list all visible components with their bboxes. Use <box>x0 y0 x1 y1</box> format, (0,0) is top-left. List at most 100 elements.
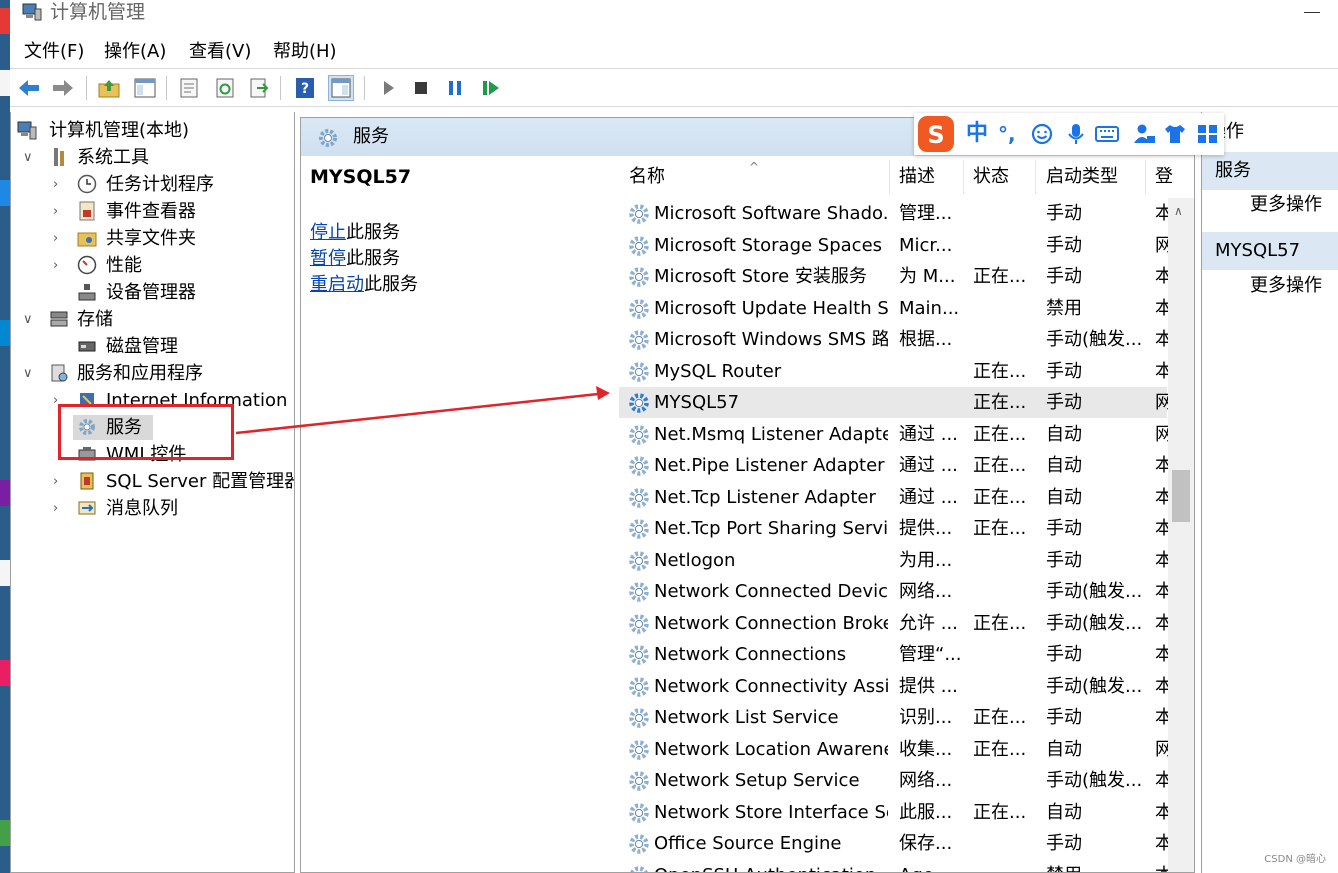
collapse-chevron-icon[interactable]: ∨ <box>23 360 35 387</box>
service-row[interactable]: Microsoft Software Shado... 管理... 手动 本 <box>619 198 1169 229</box>
menu-action[interactable]: 操作(A) <box>104 37 166 67</box>
service-row[interactable]: Microsoft Update Health S... Main... 禁用 本 <box>619 293 1169 324</box>
service-row[interactable]: Microsoft Storage Spaces S... Micr... 手动 网 <box>619 230 1169 261</box>
column-startup-type[interactable]: 启动类型 <box>1046 156 1118 198</box>
show-hide-console-tree-button[interactable] <box>132 75 158 101</box>
column-status[interactable]: 状态 <box>973 156 1009 198</box>
user-account-icon[interactable] <box>1132 123 1156 145</box>
refresh-button[interactable] <box>212 75 238 101</box>
tools-icon <box>54 148 64 166</box>
service-row[interactable]: Microsoft Windows SMS 路... 根据... 手动(触发... 本 <box>619 324 1169 355</box>
column-name[interactable]: 名称 <box>629 156 665 198</box>
service-description: 通过 ... <box>899 486 958 508</box>
service-row[interactable]: Network Connections 管理“... 手动 本 <box>619 639 1169 670</box>
sogou-logo-icon[interactable]: S <box>916 114 956 154</box>
expand-chevron-icon[interactable]: › <box>53 468 65 495</box>
actions-section-mysql57[interactable]: MYSQL57 <box>1202 232 1338 270</box>
gear-icon <box>629 393 649 413</box>
gear-icon <box>629 739 649 760</box>
stop-link[interactable]: 停止 <box>310 222 346 243</box>
ime-mode-chinese[interactable]: 中 <box>966 113 988 155</box>
service-description: Micr... <box>899 234 953 256</box>
up-level-button[interactable] <box>96 75 122 101</box>
service-status: 正在... <box>973 423 1027 445</box>
console-tree-icon <box>134 78 156 98</box>
service-logon-as: 本 <box>1155 450 1169 481</box>
services-panel: 服务 MYSQL57 停止此服务 暂停此服务 重启动此服务 名称 ^ 描述 状态… <box>300 117 1195 873</box>
emoji-icon[interactable] <box>1030 123 1054 145</box>
restart-service-action: 重启动此服务 <box>310 274 418 295</box>
more-actions-mysql57[interactable]: 更多操作 <box>1250 271 1322 301</box>
scroll-thumb[interactable] <box>1172 470 1190 522</box>
collapse-chevron-icon[interactable]: ∨ <box>23 306 35 333</box>
service-startup-type: 禁用 <box>1046 860 1144 873</box>
service-row[interactable]: Network Location Awarene... 收集... 正在... 自动 网 <box>619 734 1169 765</box>
service-row[interactable]: Network Setup Service 网络... 手动(触发... 本 <box>619 765 1169 796</box>
gear-icon <box>629 330 649 350</box>
properties-button[interactable] <box>176 75 202 101</box>
service-row[interactable]: Network Store Interface Se... 此服... 正在... 自… <box>619 797 1169 828</box>
expand-chevron-icon[interactable]: › <box>53 225 65 252</box>
pause-service-button[interactable] <box>442 75 468 101</box>
keyboard-icon[interactable] <box>1095 123 1119 145</box>
service-row[interactable]: MySQL Router 正在... 手动 本 <box>619 356 1169 387</box>
forward-button[interactable] <box>50 75 76 101</box>
vertical-scrollbar[interactable]: ∧ <box>1168 198 1194 872</box>
computer-management-window: 计算机管理 文件(F) 操作(A) 查看(V) 帮助(H) ? 计算机管理(本地… <box>0 0 1338 873</box>
service-row[interactable]: Office Source Engine 保存... 手动 本 <box>619 828 1169 859</box>
back-button[interactable] <box>16 75 42 101</box>
toolbox-grid-icon[interactable] <box>1196 123 1220 145</box>
service-row[interactable]: Microsoft Store 安装服务 为 M... 正在... 手动 本 <box>619 261 1169 292</box>
menu-file[interactable]: 文件(F) <box>24 37 84 67</box>
expand-chevron-icon[interactable]: › <box>53 252 65 279</box>
service-row[interactable]: Netlogon 为用... 手动 本 <box>619 545 1169 576</box>
actions-section-services[interactable]: 服务 <box>1202 152 1338 190</box>
expand-chevron-icon[interactable]: › <box>53 495 65 522</box>
service-row[interactable]: MYSQL57 正在... 手动 网 <box>619 387 1169 418</box>
column-description[interactable]: 描述 <box>899 156 935 198</box>
refresh-icon <box>216 78 234 98</box>
service-row[interactable]: Net.Tcp Port Sharing Service 提供... 正在... 手动… <box>619 513 1169 544</box>
export-list-button[interactable] <box>246 75 272 101</box>
forward-arrow-icon <box>53 80 73 96</box>
menu-view[interactable]: 查看(V) <box>189 37 251 67</box>
ime-punctuation[interactable]: °, <box>998 113 1016 155</box>
gear-icon <box>629 676 649 697</box>
service-logon-as: 本 <box>1155 293 1169 324</box>
console-tree: 计算机管理(本地) ∨ 系统工具 › 任务计划程序 › 事件查看器 › 共享文件… <box>10 112 295 873</box>
service-logon-as: 网 <box>1155 230 1169 261</box>
stop-service-button[interactable] <box>408 75 434 101</box>
minimize-button[interactable] <box>1304 12 1320 13</box>
service-startup-type: 手动(触发... <box>1046 675 1143 697</box>
gear-icon <box>629 645 649 665</box>
service-row[interactable]: Net.Tcp Listener Adapter 通过 ... 正在... 自动 本 <box>619 482 1169 513</box>
service-logon-as: 本 <box>1155 702 1169 733</box>
service-row[interactable]: Network Connectivity Assis... 提供 ... 手动(触发… <box>619 671 1169 702</box>
skin-shirt-icon[interactable] <box>1163 123 1187 145</box>
scroll-up-icon[interactable]: ∧ <box>1174 204 1183 218</box>
collapse-chevron-icon[interactable]: ∨ <box>23 144 35 171</box>
service-row[interactable]: Network List Service 识别... 正在... 手动 本 <box>619 702 1169 733</box>
restart-service-button[interactable] <box>478 75 504 101</box>
column-logon-as[interactable]: 登 <box>1155 156 1173 198</box>
svg-text:S: S <box>927 121 944 149</box>
service-row[interactable]: OpenSSH Authentication ... Age... 禁用本 <box>619 860 1169 873</box>
service-row[interactable]: Network Connected Devic... 网络... 手动(触发... 本 <box>619 576 1169 607</box>
service-startup-type: 禁用 <box>1046 297 1082 319</box>
microphone-icon[interactable] <box>1064 123 1088 145</box>
more-actions-services[interactable]: 更多操作 <box>1250 190 1322 220</box>
gear-icon <box>629 267 649 287</box>
start-service-button[interactable] <box>376 75 402 101</box>
sort-ascending-icon: ^ <box>749 160 760 174</box>
service-row[interactable]: Net.Pipe Listener Adapter 通过 ... 正在... 自动 本 <box>619 450 1169 481</box>
expand-chevron-icon[interactable]: › <box>53 198 65 225</box>
help-button[interactable]: ? <box>292 75 318 101</box>
expand-chevron-icon[interactable]: › <box>53 171 65 198</box>
service-row[interactable]: Network Connection Broker 允许 ... 正在... 手动(触… <box>619 608 1169 639</box>
menu-help[interactable]: 帮助(H) <box>273 37 337 67</box>
restart-link[interactable]: 重启动 <box>310 274 364 295</box>
pause-link[interactable]: 暂停 <box>310 248 346 269</box>
service-row[interactable]: Net.Msmq Listener Adapter 通过 ... 正在... 自动 网 <box>619 419 1169 450</box>
service-description: 网络... <box>899 581 953 602</box>
show-hide-action-pane-button[interactable] <box>328 75 354 101</box>
